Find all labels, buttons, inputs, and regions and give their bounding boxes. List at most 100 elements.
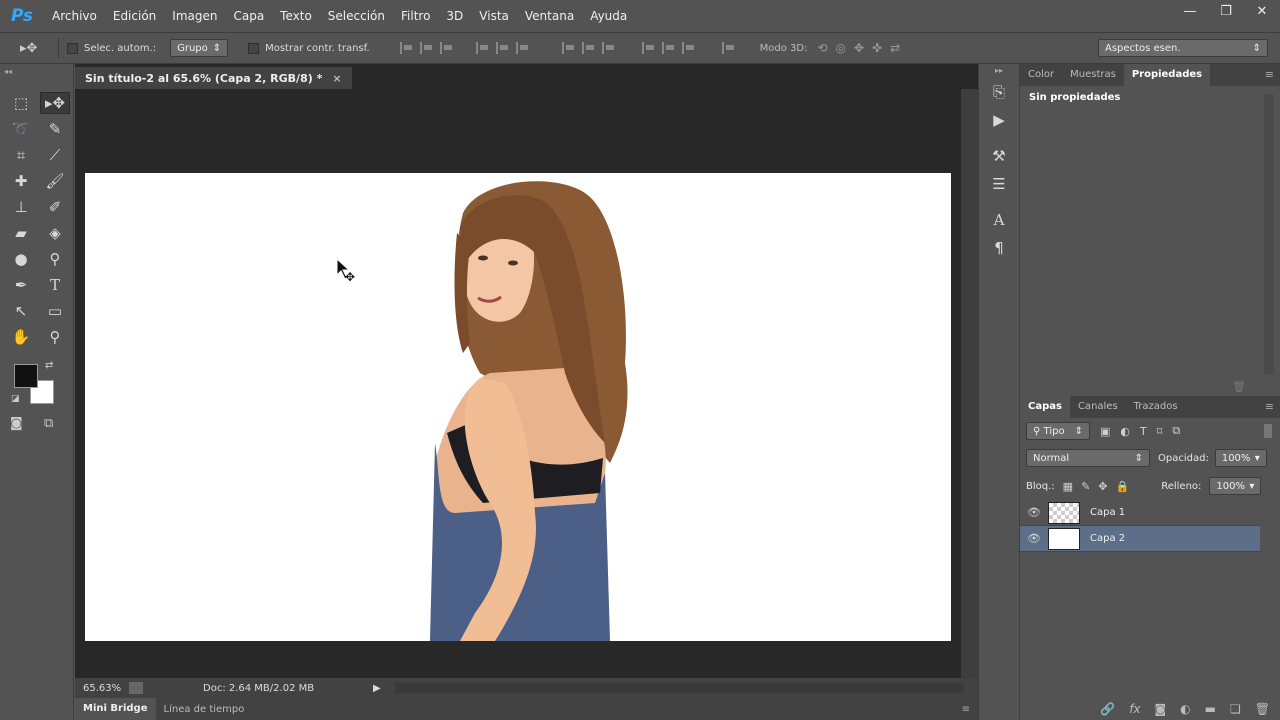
menu-filtro[interactable]: Filtro: [393, 0, 438, 32]
show-transform-checkbox[interactable]: [248, 42, 260, 54]
filter-adjustment-icon[interactable]: ◐: [1120, 425, 1130, 438]
blend-mode-dropdown[interactable]: Normal ⇕: [1026, 449, 1150, 467]
delete-layer-icon[interactable]: 🗑: [1255, 702, 1270, 716]
add-mask-icon[interactable]: ◙: [1155, 702, 1167, 716]
eraser-tool-icon[interactable]: ▰: [6, 222, 36, 244]
tab-close-icon[interactable]: ×: [332, 72, 341, 85]
distribute-vcenter-icon[interactable]: [581, 42, 596, 54]
lock-transparency-icon[interactable]: ▦: [1063, 480, 1073, 493]
menu-seleccion[interactable]: Selección: [320, 0, 393, 32]
horizontal-scrollbar[interactable]: [394, 683, 964, 693]
status-arrow-icon[interactable]: ▶: [373, 683, 381, 694]
lock-position-icon[interactable]: ✥: [1098, 480, 1107, 493]
paragraph-icon[interactable]: ¶: [985, 237, 1013, 259]
tab-timeline[interactable]: Línea de tiempo: [156, 704, 253, 715]
default-colors-icon[interactable]: ◪: [11, 394, 20, 404]
trash-icon[interactable]: 🗑: [1232, 380, 1246, 393]
actions-play-icon[interactable]: ▶: [985, 109, 1013, 131]
align-left-icon[interactable]: [475, 42, 490, 54]
show-transform-option[interactable]: Mostrar contr. transf.: [248, 42, 370, 54]
minimize-button[interactable]: —: [1172, 0, 1208, 22]
collapse-icon[interactable]: ◂◂: [4, 67, 12, 76]
close-button[interactable]: ✕: [1244, 0, 1280, 22]
panel-menu-icon[interactable]: ≡: [1265, 396, 1274, 418]
menu-archivo[interactable]: Archivo: [44, 0, 105, 32]
zoom-level[interactable]: 65.63%: [83, 683, 129, 694]
tab-mini-bridge[interactable]: Mini Bridge: [75, 698, 156, 720]
history-brush-tool-icon[interactable]: ✐: [40, 196, 70, 218]
paint-bucket-tool-icon[interactable]: ◈: [40, 222, 70, 244]
healing-brush-tool-icon[interactable]: ✚: [6, 170, 36, 192]
type-tool-icon[interactable]: T: [40, 274, 70, 296]
dodge-tool-icon[interactable]: ⚲: [40, 248, 70, 270]
filter-shape-icon[interactable]: ⌑: [1157, 425, 1163, 438]
align-top-icon[interactable]: [399, 42, 414, 54]
layer-row-capa-2[interactable]: 👁 Capa 2: [1020, 526, 1260, 552]
lasso-tool-icon[interactable]: ➰: [6, 118, 36, 140]
history-icon[interactable]: ⎘: [985, 81, 1013, 103]
menu-ventana[interactable]: Ventana: [517, 0, 582, 32]
menu-edicion[interactable]: Edición: [105, 0, 164, 32]
menu-imagen[interactable]: Imagen: [164, 0, 225, 32]
menu-texto[interactable]: Texto: [272, 0, 320, 32]
opacity-field[interactable]: 100% ▾: [1214, 449, 1267, 467]
document-tab[interactable]: Sin título-2 al 65.6% (Capa 2, RGB/8) * …: [75, 67, 352, 89]
eyedropper-tool-icon[interactable]: ⟋: [40, 144, 70, 166]
new-layer-icon[interactable]: ❏: [1230, 702, 1241, 716]
tab-properties[interactable]: Propiedades: [1123, 64, 1211, 86]
align-hcenter-icon[interactable]: [495, 42, 510, 54]
character-icon[interactable]: A: [985, 209, 1013, 231]
tab-color[interactable]: Color: [1020, 64, 1062, 86]
tab-paths[interactable]: Trazados: [1126, 396, 1186, 418]
menu-ayuda[interactable]: Ayuda: [582, 0, 635, 32]
blur-tool-icon[interactable]: ●: [6, 248, 36, 270]
restore-button[interactable]: ❐: [1208, 0, 1244, 22]
properties-scrollbar[interactable]: [1264, 94, 1274, 374]
screen-mode-icon[interactable]: ⧉: [44, 416, 53, 431]
auto-align-icon[interactable]: [721, 42, 736, 54]
canvas[interactable]: ✥: [85, 173, 951, 641]
fill-field[interactable]: 100% ▾: [1209, 477, 1262, 495]
workspace-dropdown[interactable]: Aspectos esen. ⇕: [1098, 39, 1268, 57]
layer-row-capa-1[interactable]: 👁 Capa 1: [1020, 500, 1260, 526]
new-group-icon[interactable]: ▬: [1205, 702, 1216, 716]
align-vcenter-icon[interactable]: [419, 42, 434, 54]
adjustment-layer-icon[interactable]: ◐: [1180, 702, 1190, 716]
rectangle-tool-icon[interactable]: ▭: [40, 300, 70, 322]
auto-select-checkbox[interactable]: [67, 42, 78, 54]
filter-pixel-icon[interactable]: ▣: [1100, 425, 1110, 438]
move-tool-preset-icon[interactable]: ▸✥: [20, 41, 50, 56]
distribute-left-icon[interactable]: [641, 42, 656, 54]
menu-capa[interactable]: Capa: [225, 0, 272, 32]
link-layers-icon[interactable]: 🔗: [1100, 702, 1115, 716]
crop-tool-icon[interactable]: ⌗: [6, 144, 36, 166]
distribute-top-icon[interactable]: [561, 42, 576, 54]
align-bottom-icon[interactable]: [439, 42, 454, 54]
path-selection-tool-icon[interactable]: ↖: [6, 300, 36, 322]
status-menu-icon[interactable]: [129, 682, 143, 694]
menu-vista[interactable]: Vista: [471, 0, 517, 32]
filter-smart-icon[interactable]: ⧉: [1172, 424, 1180, 438]
quick-mask-icon[interactable]: ◙: [10, 416, 23, 431]
tab-channels[interactable]: Canales: [1070, 396, 1126, 418]
eye-icon[interactable]: 👁: [1020, 532, 1048, 545]
zoom-tool-icon[interactable]: ⚲: [40, 326, 70, 348]
brush-tool-icon[interactable]: 🖌: [40, 170, 70, 192]
quick-selection-tool-icon[interactable]: ✎: [40, 118, 70, 140]
auto-select-dropdown[interactable]: Grupo ⇕: [170, 39, 229, 57]
layer-filter-dropdown[interactable]: ⚲ Tipo ⇕: [1026, 422, 1090, 440]
panel-menu-icon[interactable]: ≡: [1265, 64, 1274, 86]
tool-presets-icon[interactable]: ⚒: [985, 145, 1013, 167]
tab-layers[interactable]: Capas: [1020, 396, 1070, 418]
hand-tool-icon[interactable]: ✋: [6, 326, 36, 348]
vertical-scrollbar[interactable]: [961, 89, 978, 684]
lock-pixels-icon[interactable]: ✎: [1081, 480, 1090, 493]
adjustments-icon[interactable]: ☰: [985, 173, 1013, 195]
marquee-tool-icon[interactable]: ⬚: [6, 92, 36, 114]
filter-type-icon[interactable]: T: [1140, 425, 1147, 438]
panel-menu-icon[interactable]: ≡: [962, 704, 970, 715]
swap-colors-icon[interactable]: ⇄: [45, 360, 53, 371]
lock-all-icon[interactable]: 🔒: [1116, 480, 1130, 493]
3d-tools-icon[interactable]: ⟲◎✥✜⇄: [817, 41, 908, 55]
move-tool-icon[interactable]: ▸✥: [40, 92, 70, 114]
